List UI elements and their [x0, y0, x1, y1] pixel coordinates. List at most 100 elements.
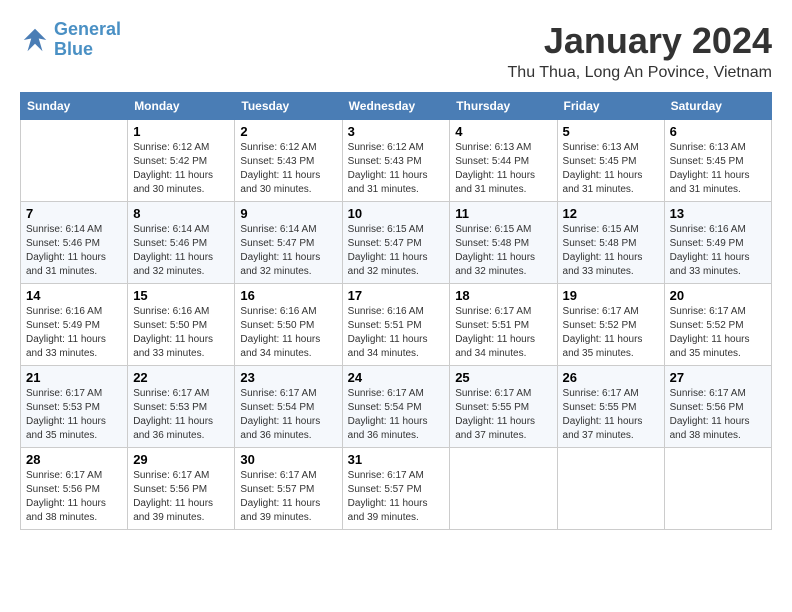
day-number: 9	[240, 206, 336, 221]
day-info: Sunrise: 6:17 AM Sunset: 5:52 PM Dayligh…	[563, 305, 659, 361]
day-number: 14	[26, 288, 122, 303]
day-info: Sunrise: 6:14 AM Sunset: 5:46 PM Dayligh…	[133, 223, 229, 279]
day-number: 5	[563, 124, 659, 139]
header-cell-tuesday: Tuesday	[235, 93, 342, 120]
day-cell: 23Sunrise: 6:17 AM Sunset: 5:54 PM Dayli…	[235, 366, 342, 448]
day-info: Sunrise: 6:17 AM Sunset: 5:57 PM Dayligh…	[240, 469, 336, 525]
day-cell: 26 Sunrise: 6:17 AM Sunset: 5:55 PM Dayli…	[557, 366, 664, 448]
day-cell: 21 Sunrise: 6:17 AM Sunset: 5:53 PM Dayli…	[21, 366, 128, 448]
day-cell: 4 Sunrise: 6:13 AM Sunset: 5:44 PM Daylig…	[450, 120, 557, 202]
day-number: 10	[348, 206, 445, 221]
header-cell-thursday: Thursday	[450, 93, 557, 120]
day-cell: 5Sunrise: 6:13 AM Sunset: 5:45 PM Daylig…	[557, 120, 664, 202]
page-header: General Blue January 2024 Thu Thua, Long…	[20, 20, 772, 82]
day-number: 6	[670, 124, 766, 139]
day-cell: 28Sunrise: 6:17 AM Sunset: 5:56 PM Dayli…	[21, 448, 128, 530]
day-info: Sunrise: 6:17 AM Sunset: 5:56 PM Dayligh…	[670, 387, 766, 443]
day-info: Sunrise: 6:15 AM Sunset: 5:48 PM Dayligh…	[563, 223, 659, 279]
header-row: SundayMondayTuesdayWednesdayThursdayFrid…	[21, 93, 772, 120]
day-cell: 22 Sunrise: 6:17 AM Sunset: 5:53 PM Dayli…	[128, 366, 235, 448]
day-number: 15	[133, 288, 229, 303]
day-number: 2	[240, 124, 336, 139]
day-number: 30	[240, 452, 336, 467]
day-info: Sunrise: 6:16 AM Sunset: 5:49 PM Dayligh…	[670, 223, 766, 279]
day-cell: 15 Sunrise: 6:16 AM Sunset: 5:50 PM Dayli…	[128, 284, 235, 366]
week-row-3: 14 Sunrise: 6:16 AM Sunset: 5:49 PM Dayli…	[21, 284, 772, 366]
day-cell: 16 Sunrise: 6:16 AM Sunset: 5:50 PM Dayli…	[235, 284, 342, 366]
day-number: 23	[240, 370, 336, 385]
day-info: Sunrise: 6:14 AM Sunset: 5:47 PM Dayligh…	[240, 223, 336, 279]
calendar-table: SundayMondayTuesdayWednesdayThursdayFrid…	[20, 92, 772, 530]
day-info: Sunrise: 6:12 AM Sunset: 5:42 PM Dayligh…	[133, 141, 229, 197]
day-cell: 1Sunrise: 6:12 AM Sunset: 5:42 PM Daylig…	[128, 120, 235, 202]
day-info: Sunrise: 6:13 AM Sunset: 5:45 PM Dayligh…	[670, 141, 766, 197]
calendar-subtitle: Thu Thua, Long An Povince, Vietnam	[508, 64, 772, 82]
day-number: 26	[563, 370, 659, 385]
calendar-title: January 2024	[508, 20, 772, 62]
day-number: 17	[348, 288, 445, 303]
day-info: Sunrise: 6:16 AM Sunset: 5:49 PM Dayligh…	[26, 305, 122, 361]
day-number: 21	[26, 370, 122, 385]
day-cell: 19Sunrise: 6:17 AM Sunset: 5:52 PM Dayli…	[557, 284, 664, 366]
day-cell: 11Sunrise: 6:15 AM Sunset: 5:48 PM Dayli…	[450, 202, 557, 284]
day-cell: 27 Sunrise: 6:17 AM Sunset: 5:56 PM Dayli…	[664, 366, 771, 448]
day-number: 29	[133, 452, 229, 467]
day-info: Sunrise: 6:17 AM Sunset: 5:56 PM Dayligh…	[133, 469, 229, 525]
day-number: 7	[26, 206, 122, 221]
day-number: 4	[455, 124, 551, 139]
day-number: 8	[133, 206, 229, 221]
day-info: Sunrise: 6:16 AM Sunset: 5:50 PM Dayligh…	[133, 305, 229, 361]
header-cell-sunday: Sunday	[21, 93, 128, 120]
day-cell: 25 Sunrise: 6:17 AM Sunset: 5:55 PM Dayli…	[450, 366, 557, 448]
day-info: Sunrise: 6:17 AM Sunset: 5:55 PM Dayligh…	[563, 387, 659, 443]
day-number: 31	[348, 452, 445, 467]
day-info: Sunrise: 6:17 AM Sunset: 5:55 PM Dayligh…	[455, 387, 551, 443]
day-info: Sunrise: 6:15 AM Sunset: 5:47 PM Dayligh…	[348, 223, 445, 279]
day-cell: 10 Sunrise: 6:15 AM Sunset: 5:47 PM Dayli…	[342, 202, 450, 284]
day-info: Sunrise: 6:12 AM Sunset: 5:43 PM Dayligh…	[348, 141, 445, 197]
day-number: 16	[240, 288, 336, 303]
header-cell-wednesday: Wednesday	[342, 93, 450, 120]
day-cell: 31Sunrise: 6:17 AM Sunset: 5:57 PM Dayli…	[342, 448, 450, 530]
week-row-4: 21 Sunrise: 6:17 AM Sunset: 5:53 PM Dayli…	[21, 366, 772, 448]
day-number: 25	[455, 370, 551, 385]
day-number: 27	[670, 370, 766, 385]
day-info: Sunrise: 6:16 AM Sunset: 5:50 PM Dayligh…	[240, 305, 336, 361]
day-cell: 18Sunrise: 6:17 AM Sunset: 5:51 PM Dayli…	[450, 284, 557, 366]
logo-icon	[20, 25, 50, 55]
day-info: Sunrise: 6:17 AM Sunset: 5:53 PM Dayligh…	[133, 387, 229, 443]
day-cell: 17Sunrise: 6:16 AM Sunset: 5:51 PM Dayli…	[342, 284, 450, 366]
day-number: 22	[133, 370, 229, 385]
header-cell-saturday: Saturday	[664, 93, 771, 120]
day-number: 18	[455, 288, 551, 303]
day-cell: 29 Sunrise: 6:17 AM Sunset: 5:56 PM Dayli…	[128, 448, 235, 530]
day-info: Sunrise: 6:17 AM Sunset: 5:56 PM Dayligh…	[26, 469, 122, 525]
title-area: January 2024 Thu Thua, Long An Povince, …	[508, 20, 772, 82]
day-cell: 14 Sunrise: 6:16 AM Sunset: 5:49 PM Dayli…	[21, 284, 128, 366]
day-number: 13	[670, 206, 766, 221]
day-cell	[450, 448, 557, 530]
logo: General Blue	[20, 20, 121, 60]
day-info: Sunrise: 6:14 AM Sunset: 5:46 PM Dayligh…	[26, 223, 122, 279]
day-cell: 7 Sunrise: 6:14 AM Sunset: 5:46 PM Daylig…	[21, 202, 128, 284]
day-cell: 9 Sunrise: 6:14 AM Sunset: 5:47 PM Daylig…	[235, 202, 342, 284]
week-row-1: 1Sunrise: 6:12 AM Sunset: 5:42 PM Daylig…	[21, 120, 772, 202]
day-cell: 3 Sunrise: 6:12 AM Sunset: 5:43 PM Daylig…	[342, 120, 450, 202]
day-number: 24	[348, 370, 445, 385]
day-number: 3	[348, 124, 445, 139]
day-number: 11	[455, 206, 551, 221]
day-info: Sunrise: 6:17 AM Sunset: 5:54 PM Dayligh…	[348, 387, 445, 443]
week-row-2: 7 Sunrise: 6:14 AM Sunset: 5:46 PM Daylig…	[21, 202, 772, 284]
logo-line1: General	[54, 19, 121, 39]
logo-text: General Blue	[54, 20, 121, 60]
day-cell	[664, 448, 771, 530]
week-row-5: 28Sunrise: 6:17 AM Sunset: 5:56 PM Dayli…	[21, 448, 772, 530]
day-cell: 13 Sunrise: 6:16 AM Sunset: 5:49 PM Dayli…	[664, 202, 771, 284]
day-info: Sunrise: 6:17 AM Sunset: 5:53 PM Dayligh…	[26, 387, 122, 443]
day-info: Sunrise: 6:13 AM Sunset: 5:44 PM Dayligh…	[455, 141, 551, 197]
day-cell: 30 Sunrise: 6:17 AM Sunset: 5:57 PM Dayli…	[235, 448, 342, 530]
header-cell-friday: Friday	[557, 93, 664, 120]
header-cell-monday: Monday	[128, 93, 235, 120]
day-info: Sunrise: 6:12 AM Sunset: 5:43 PM Dayligh…	[240, 141, 336, 197]
logo-line2: Blue	[54, 40, 121, 60]
